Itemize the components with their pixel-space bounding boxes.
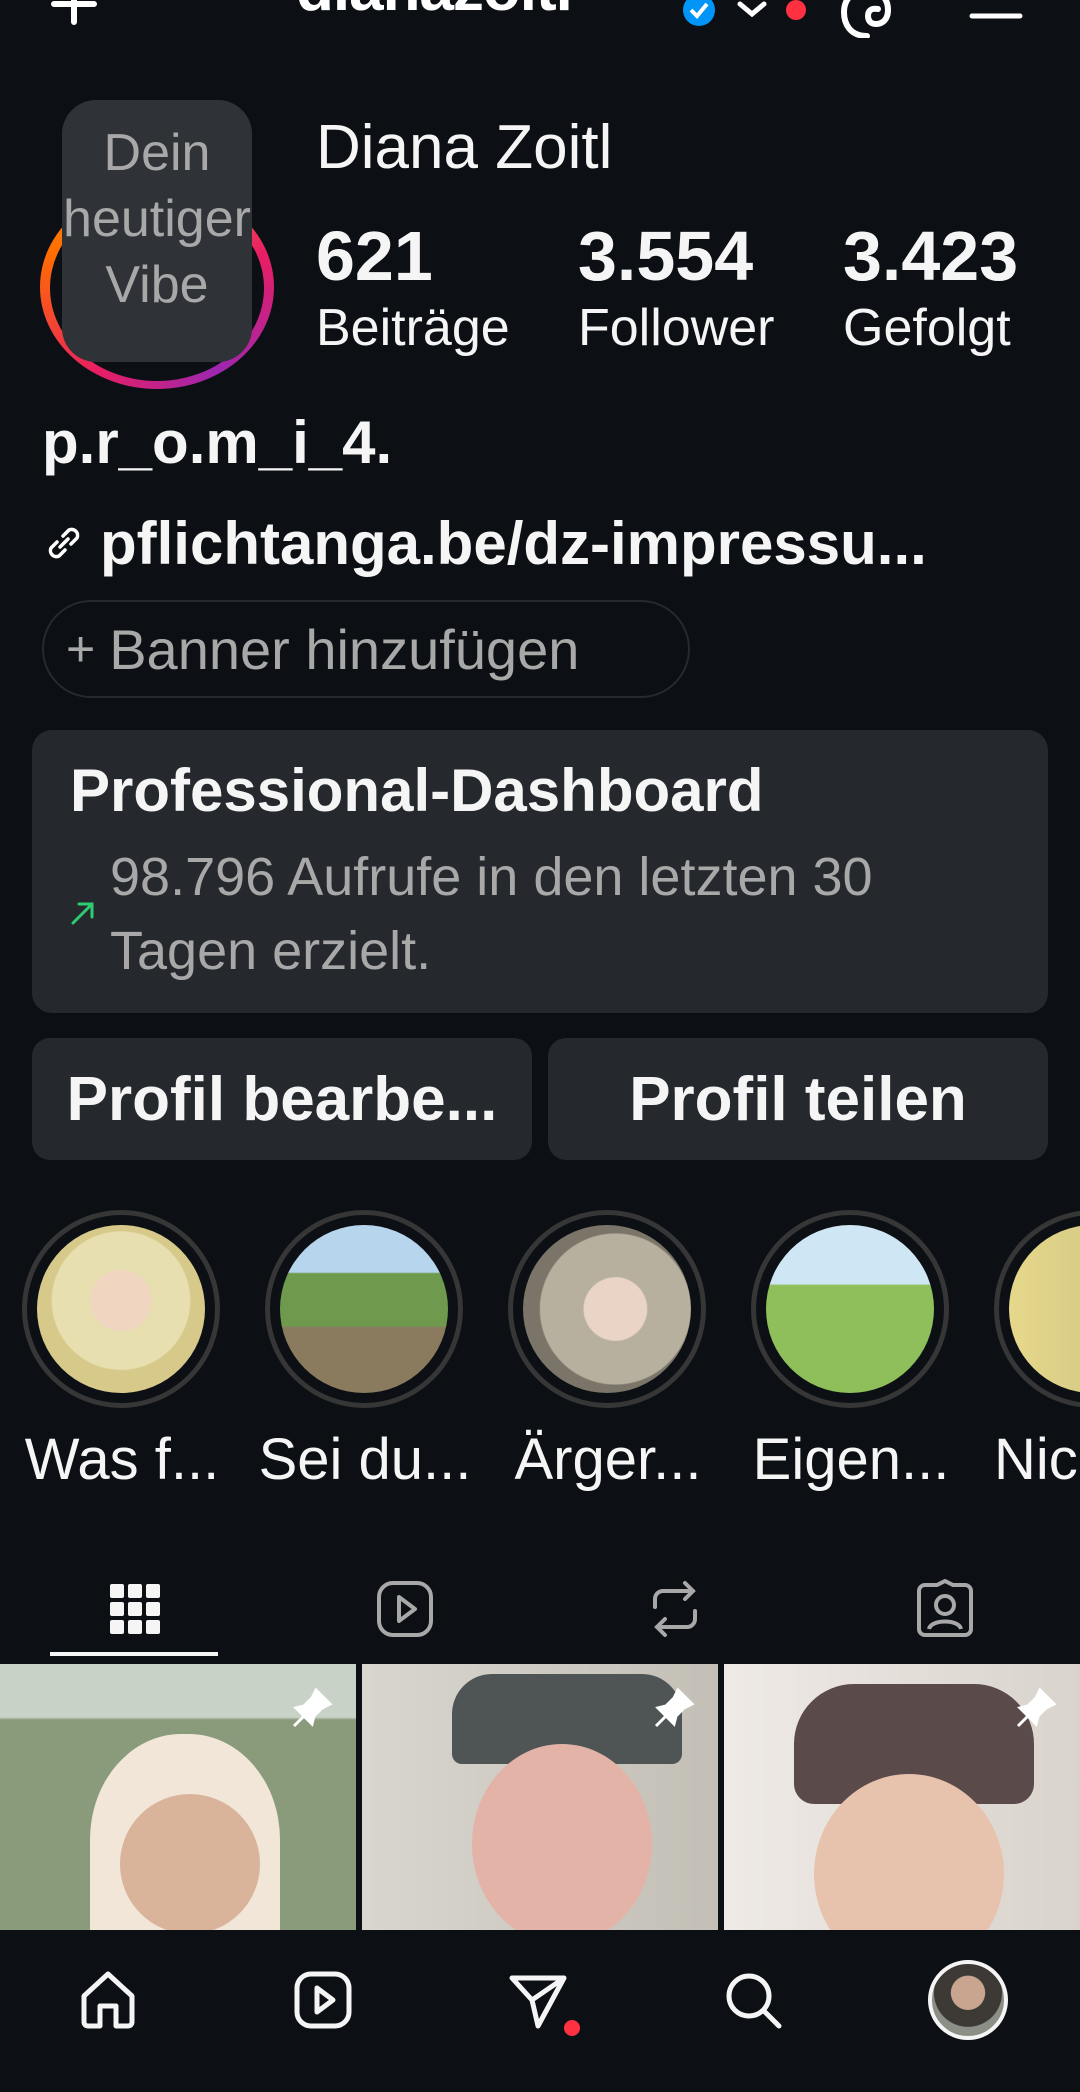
highlight-ring xyxy=(994,1210,1080,1408)
post-image xyxy=(472,1744,652,1930)
search-icon xyxy=(726,1973,782,2029)
notification-dot xyxy=(564,2020,580,2036)
tagged-icon xyxy=(917,1579,973,1637)
profile-category: p.r_o.m_i_4. xyxy=(42,409,393,476)
professional-dashboard-card[interactable]: Professional-Dashboard 98.796 Aufrufe in… xyxy=(32,730,1048,1013)
stat-posts-value: 621 xyxy=(316,217,433,295)
tab-tagged[interactable] xyxy=(810,1554,1080,1664)
content-tabs xyxy=(0,1554,1080,1664)
highlight-ring xyxy=(22,1210,220,1408)
highlight-item[interactable]: Was f... xyxy=(22,1210,220,1492)
link-icon xyxy=(48,527,80,559)
post-thumbnail[interactable] xyxy=(724,1664,1080,1930)
post-image xyxy=(120,1794,260,1930)
reels-icon xyxy=(377,1581,433,1637)
active-tab-indicator xyxy=(50,1652,218,1656)
chevron-down-icon[interactable] xyxy=(736,0,768,20)
nav-reels[interactable] xyxy=(283,1960,363,2040)
post-thumbnail[interactable] xyxy=(362,1664,718,1930)
highlight-cover xyxy=(37,1225,205,1393)
home-icon xyxy=(81,1971,135,2029)
dashboard-subtitle: 98.796 Aufrufe in den letzten 30 Tagen e… xyxy=(110,847,873,981)
highlight-item[interactable]: Nic xyxy=(994,1210,1080,1492)
reels-icon xyxy=(294,1971,352,2029)
nav-profile[interactable] xyxy=(928,1960,1008,2040)
pin-icon xyxy=(654,1687,695,1728)
highlight-label: Sei du... xyxy=(258,1427,472,1492)
highlight-label: Was f... xyxy=(24,1427,220,1492)
stat-posts[interactable]: 621 Beiträge xyxy=(316,216,510,360)
menu-icon[interactable] xyxy=(968,0,1024,24)
highlight-cover xyxy=(280,1225,448,1393)
stat-following-value: 3.423 xyxy=(843,217,1019,295)
highlight-ring xyxy=(265,1210,463,1408)
pin-icon xyxy=(292,1687,333,1728)
highlight-item[interactable]: Ärger... xyxy=(508,1210,706,1492)
nav-home[interactable] xyxy=(68,1960,148,2040)
tab-posts[interactable] xyxy=(0,1554,270,1664)
pin-icon xyxy=(1016,1687,1057,1728)
stat-following[interactable]: 3.423 Gefolgt xyxy=(843,216,1018,360)
nav-direct[interactable] xyxy=(498,1960,580,2040)
highlight-cover xyxy=(766,1225,934,1393)
post-thumbnail[interactable] xyxy=(0,1664,356,1930)
trend-up-icon xyxy=(71,902,94,925)
edit-profile-button[interactable]: Profil bearbe... xyxy=(32,1038,532,1160)
note-text: Dein heutiger Vibe xyxy=(63,124,251,314)
repost-icon xyxy=(653,1581,697,1637)
tab-reposts[interactable] xyxy=(540,1554,810,1664)
edit-profile-label: Profil bearbe... xyxy=(66,1064,498,1134)
add-banner-button[interactable]: + Banner hinzufügen xyxy=(42,600,690,698)
notification-dot xyxy=(786,0,806,20)
note-bubble[interactable]: Dein heutiger Vibe xyxy=(62,100,252,362)
direct-icon xyxy=(509,1975,567,2029)
verified-badge-icon xyxy=(683,0,715,26)
highlight-label: Ärger... xyxy=(514,1427,702,1492)
dashboard-title: Professional-Dashboard xyxy=(70,757,764,824)
stat-followers[interactable]: 3.554 Follower xyxy=(578,216,775,360)
stat-followers-label: Follower xyxy=(578,299,775,357)
highlight-label: Nic xyxy=(994,1427,1078,1492)
add-banner-label: Banner hinzufügen xyxy=(109,617,580,681)
profile-username[interactable]: dianazoitl xyxy=(296,0,573,25)
nav-search[interactable] xyxy=(713,1960,793,2040)
plus-icon[interactable] xyxy=(48,0,100,26)
stat-following-label: Gefolgt xyxy=(843,299,1011,357)
stat-followers-value: 3.554 xyxy=(578,217,754,295)
display-name: Diana Zoitl xyxy=(316,113,613,182)
post-grid xyxy=(0,1664,1080,1930)
share-profile-label: Profil teilen xyxy=(629,1064,967,1134)
grid-icon xyxy=(110,1584,160,1634)
threads-icon[interactable] xyxy=(840,0,894,38)
plus-icon: + xyxy=(66,621,96,677)
profile-link[interactable]: pflichtanga.be/dz-impressu... xyxy=(42,508,927,578)
highlight-ring xyxy=(508,1210,706,1408)
highlight-cover xyxy=(1009,1225,1080,1393)
tab-reels[interactable] xyxy=(270,1554,540,1664)
highlight-item[interactable]: Eigen... xyxy=(751,1210,949,1492)
highlight-cover xyxy=(523,1225,691,1393)
stat-posts-label: Beiträge xyxy=(316,299,510,357)
highlight-item[interactable]: Sei du... xyxy=(259,1210,471,1492)
bottom-navigation xyxy=(0,1930,1080,2092)
share-profile-button[interactable]: Profil teilen xyxy=(548,1038,1048,1160)
highlight-label: Eigen... xyxy=(752,1427,950,1492)
top-bar: dianazoitl xyxy=(0,0,1080,40)
profile-screen: dianazoitl Dein heutiger Vibe Diana Zoit… xyxy=(0,0,1080,2092)
link-text: pflichtanga.be/dz-impressu... xyxy=(100,509,927,577)
highlight-ring xyxy=(751,1210,949,1408)
